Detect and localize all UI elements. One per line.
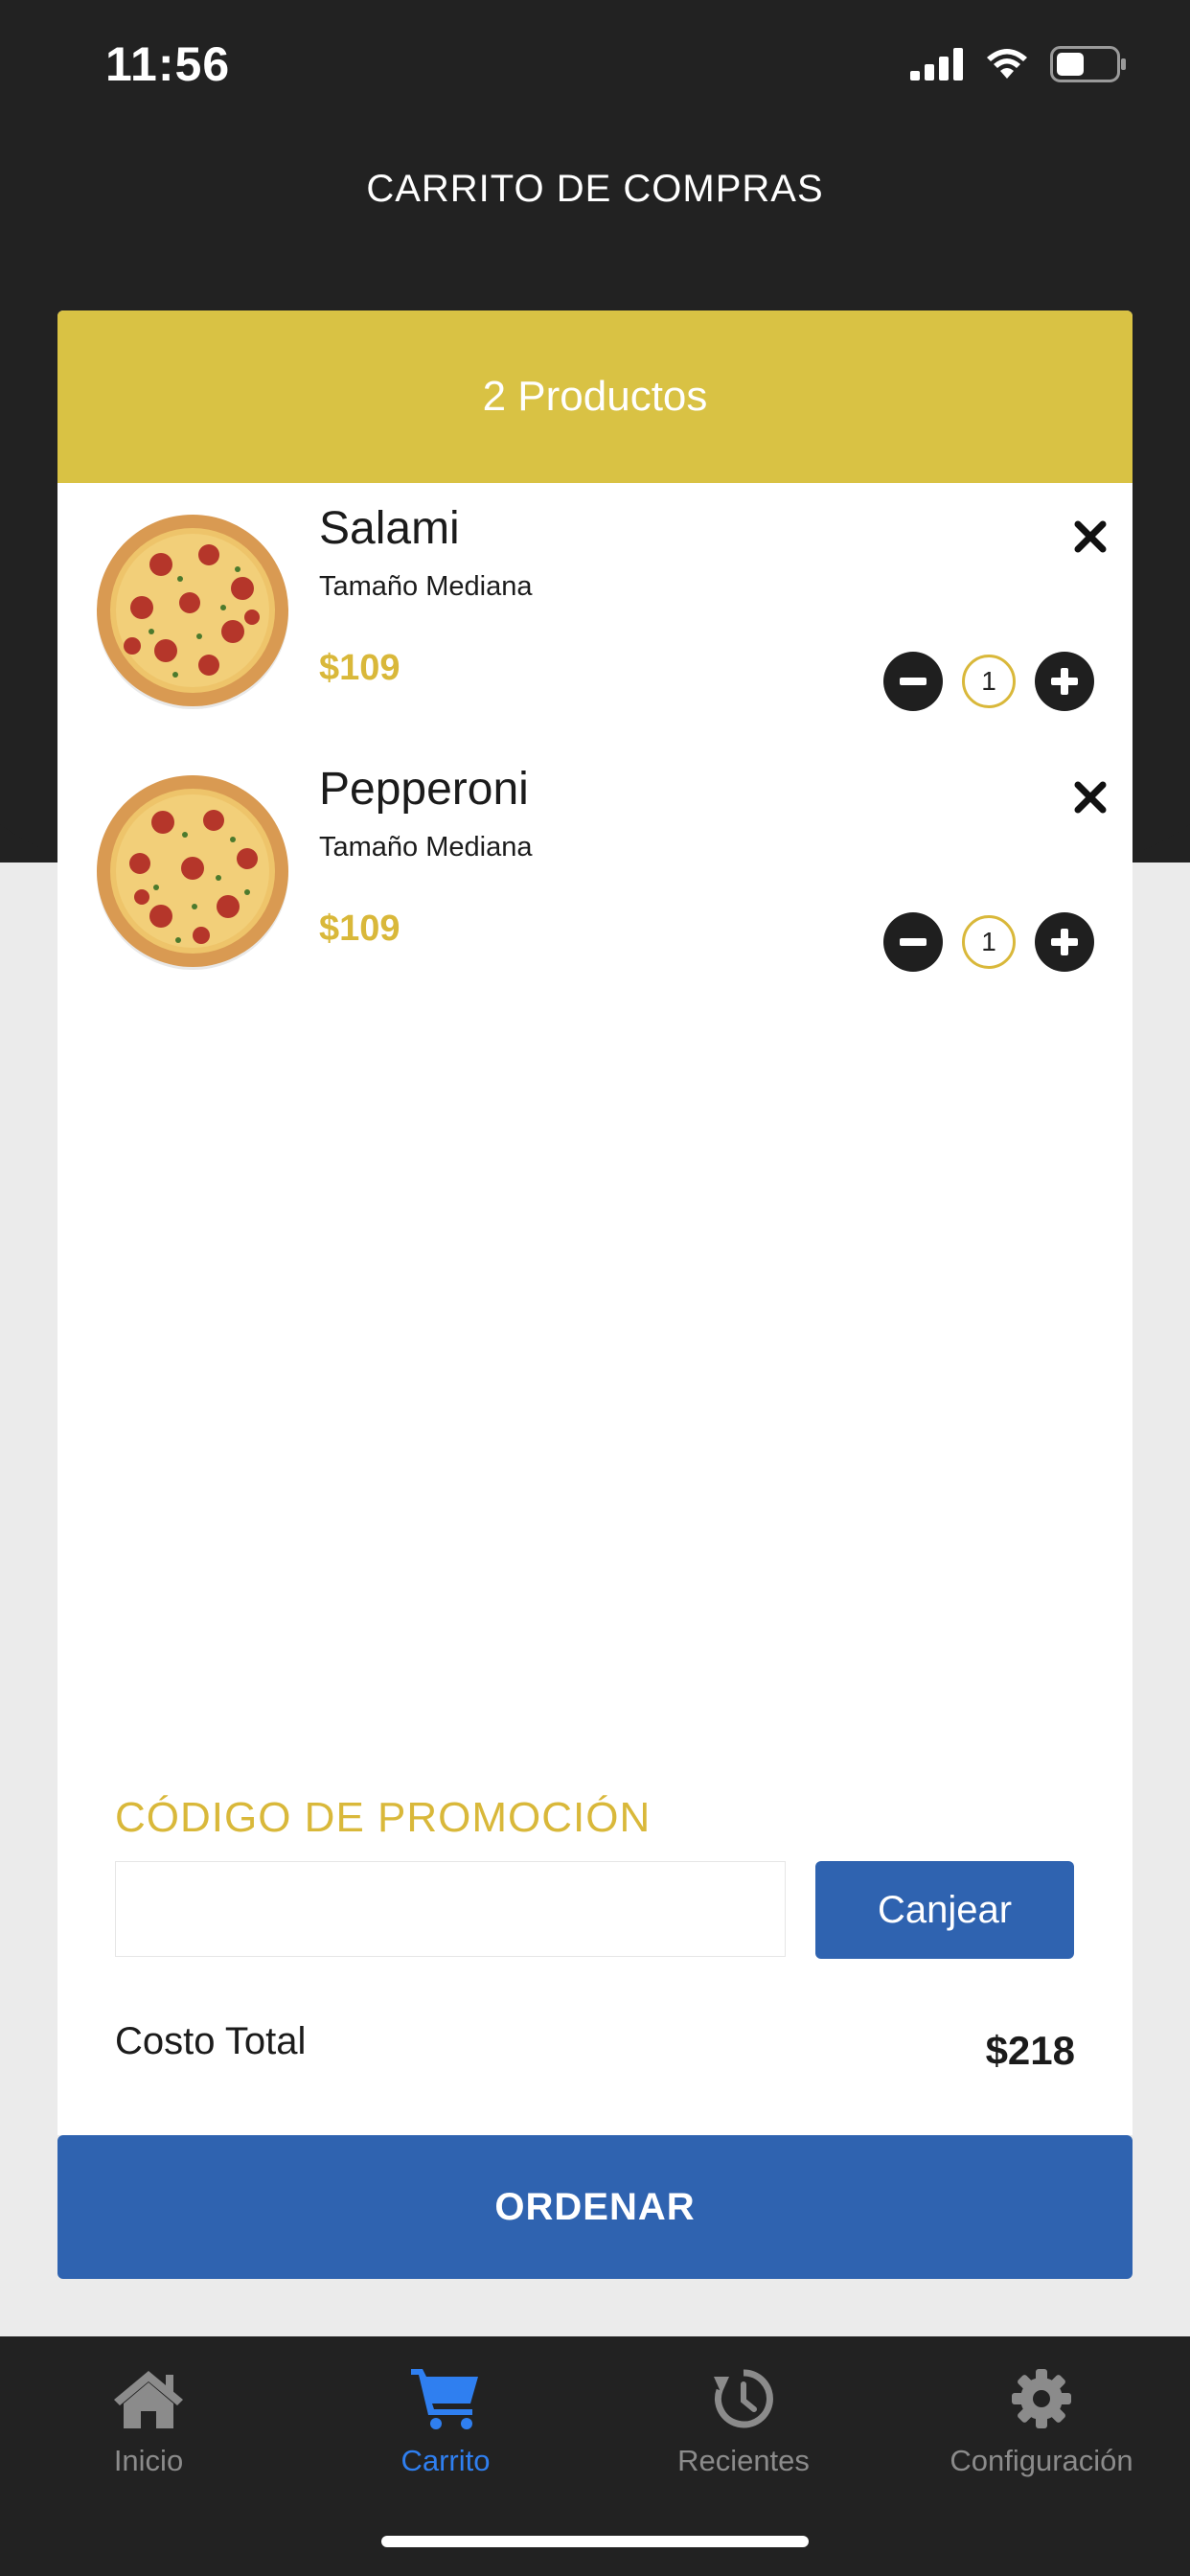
pizza-image: [97, 775, 288, 970]
minus-icon: [900, 678, 927, 685]
tab-label: Carrito: [400, 2444, 491, 2477]
cart-card: 2 Productos Salami Tamaño Mediana $109 1…: [57, 310, 1133, 2135]
tab-inicio[interactable]: Inicio: [0, 2354, 297, 2507]
cart-count-label: 2 Productos: [482, 373, 708, 420]
promo-code-input[interactable]: [115, 1861, 786, 1957]
gear-icon: [1012, 2369, 1071, 2428]
battery-icon: [1050, 46, 1126, 82]
tab-configuracion[interactable]: Configuración: [893, 2354, 1190, 2507]
decrease-button[interactable]: [883, 652, 943, 711]
item-name: Pepperoni: [319, 764, 529, 815]
cart-item: Salami Tamaño Mediana $109 1: [57, 483, 1133, 732]
status-icons: [910, 46, 1127, 82]
tab-carrito[interactable]: Carrito: [297, 2354, 594, 2507]
history-icon: [714, 2369, 773, 2428]
status-time: 11:56: [105, 37, 231, 91]
status-bar: 11:56: [0, 0, 1190, 134]
item-name: Salami: [319, 503, 460, 554]
tab-label: Configuración: [950, 2444, 1133, 2477]
tab-bar: Inicio Carrito Recientes Configuración: [0, 2336, 1190, 2576]
quantity-value: 1: [962, 915, 1016, 969]
wifi-icon: [987, 49, 1027, 79]
increase-button[interactable]: [1035, 652, 1094, 711]
close-icon[interactable]: [1073, 780, 1108, 815]
quantity-stepper: 1: [883, 652, 1094, 711]
home-icon: [114, 2371, 183, 2428]
tab-recientes[interactable]: Recientes: [595, 2354, 892, 2507]
total-value: $218: [985, 2028, 1075, 2073]
tab-label: Inicio: [113, 2444, 184, 2477]
cart-item: Pepperoni Tamaño Mediana $109 1: [57, 744, 1133, 993]
minus-icon: [900, 938, 927, 946]
total-label: Costo Total: [115, 2020, 307, 2062]
cart-icon: [411, 2369, 478, 2429]
pizza-image: [97, 515, 288, 709]
cart-count-header: 2 Productos: [57, 310, 1133, 483]
item-price: $109: [319, 648, 400, 688]
page-title: CARRITO DE COMPRAS: [366, 168, 824, 210]
item-size: Tamaño Mediana: [319, 832, 533, 862]
close-icon[interactable]: [1073, 519, 1108, 554]
tab-label: Recientes: [677, 2444, 810, 2477]
home-indicator: [381, 2536, 809, 2547]
decrease-button[interactable]: [883, 912, 943, 972]
promo-label: CÓDIGO DE PROMOCIÓN: [115, 1794, 652, 1841]
redeem-button[interactable]: Canjear: [815, 1861, 1074, 1959]
plus-icon: [1051, 668, 1078, 695]
quantity-value: 1: [962, 655, 1016, 708]
item-price: $109: [319, 908, 400, 949]
signal-icon: [910, 48, 963, 80]
item-size: Tamaño Mediana: [319, 571, 533, 602]
order-button[interactable]: ORDENAR: [57, 2135, 1133, 2279]
plus-icon: [1051, 929, 1078, 955]
quantity-stepper: 1: [883, 912, 1094, 972]
increase-button[interactable]: [1035, 912, 1094, 972]
